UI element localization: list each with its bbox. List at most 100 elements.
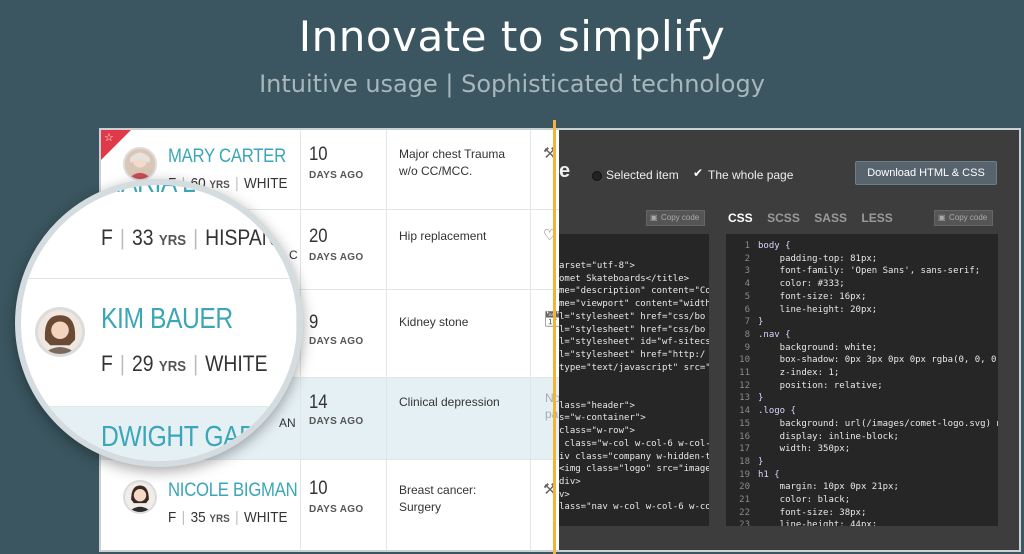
tab-less[interactable]: LESS — [861, 211, 892, 225]
copy-code-button[interactable]: ▣ Copy code — [646, 210, 706, 226]
table-row[interactable]: MARIA LOPEZ F | 33 YRS | HISPANIC — [21, 185, 297, 279]
code-line: 8 .nav { — [726, 329, 998, 342]
days-count: 10 — [309, 144, 328, 165]
magnifier-lens: MARIA LOPEZ F | 33 YRS | HISPANIC KIM BAUER … — [15, 179, 303, 467]
days-count: 9 — [309, 312, 319, 333]
line-number: 8 — [744, 329, 750, 340]
line-number: 16 — [739, 431, 750, 442]
line-number: 22 — [739, 507, 750, 518]
table-row[interactable]: DWIGHT GABEL 42 — [21, 407, 297, 461]
code-text: box-shadow: 0px 3px 0px 0px rgba(0, 0, 0… — [758, 355, 998, 366]
days-cell: 9 DAYS AGO — [301, 290, 387, 377]
line-number: 11 — [739, 368, 750, 379]
days-cell: 20 DAYS AGO — [301, 210, 387, 289]
line-number: 21 — [739, 495, 750, 506]
code-line: l="stylesheet" href="css/bo — [559, 324, 706, 335]
code-line: div> — [559, 476, 581, 487]
diagnosis-cell: Hip replacement — [387, 210, 531, 289]
table-row[interactable]: NICOLE BIGMAN F | 35 YRS | WHITE 10 DAYS AGO… — [101, 460, 559, 550]
code-line: 19 h1 { — [726, 469, 998, 482]
checkmark-icon[interactable]: ✔ — [693, 166, 703, 180]
code-line: type="text/javascript" src=" — [559, 362, 709, 373]
line-number: 9 — [744, 342, 750, 353]
patient-name[interactable]: DWIGHT GABEL — [101, 421, 285, 454]
option-label[interactable]: Selected item — [606, 168, 679, 182]
download-button[interactable]: Download HTML & CSS — [855, 161, 997, 185]
code-line: lass="nav w-col w-col-6 w-col — [559, 502, 709, 513]
age-unit: YRS — [158, 358, 187, 375]
days-label: DAYS AGO — [309, 504, 364, 515]
days-label: DAYS AGO — [309, 336, 364, 347]
code-text: background: white; — [758, 342, 878, 353]
code-text: font-size: 38px; — [758, 507, 867, 518]
code-line: omet Skateboards</title> — [559, 273, 690, 284]
line-number: 10 — [739, 355, 750, 366]
panel-title: e — [559, 160, 571, 182]
line-number: 3 — [744, 266, 750, 277]
patient-race: HISPANIC — [205, 225, 296, 250]
hero-title: Innovate to simplify — [298, 12, 726, 61]
code-line: me="viewport" content="width — [559, 299, 709, 310]
code-text: body { — [758, 241, 791, 251]
copy-code-button[interactable]: ▣ Copy code — [934, 210, 994, 226]
copy-icon: ▣ — [938, 213, 946, 222]
code-line: 13} — [726, 392, 998, 405]
age-unit: YRS — [158, 232, 187, 249]
line-number: 17 — [739, 444, 750, 455]
days-cell: 10 DAYS AGO — [301, 130, 387, 209]
patient-race: WHITE — [244, 509, 288, 526]
line-number: 13 — [739, 393, 750, 404]
css-code-view[interactable]: 1 body { 2 padding-top: 81px; 3 font-family… — [726, 234, 998, 526]
code-text: } — [758, 456, 764, 467]
days-cell: 14 DAYS AGO — [301, 378, 387, 459]
code-line: 23 line-height: 44px; — [726, 519, 998, 526]
patient-name[interactable]: NICOLE BIGMAN — [168, 480, 298, 502]
code-text: } — [758, 317, 764, 328]
code-line: 3 font-family: 'Open Sans', sans-serif; — [726, 265, 998, 278]
patient-race: WHITE — [205, 351, 268, 376]
tab-sass[interactable]: SASS — [814, 211, 847, 225]
diagnosis-cell: Major chest Trauma w/o CC/MCC. — [387, 130, 531, 209]
diagnosis-text: Major chest Trauma w/o CC/MCC. — [399, 147, 506, 178]
option-label[interactable]: The whole page — [708, 168, 793, 182]
line-number: 12 — [739, 380, 750, 391]
table-row[interactable]: KIM BAUER F | 29 YRS | WHITE — [21, 279, 297, 407]
patient-name[interactable]: MARY CARTER — [168, 146, 286, 168]
code-line: 9 background: white; — [726, 342, 998, 355]
diagnosis-text: Kidney stone — [399, 315, 469, 329]
code-line: 20 margin: 10px 0px 21px; — [726, 481, 998, 494]
patient-age: 33 — [131, 225, 154, 250]
line-number: 4 — [744, 279, 750, 290]
html-code-view[interactable]: arset="utf-8"> omet Skateboards</title> me… — [559, 234, 709, 526]
tab-css[interactable]: CSS — [728, 211, 753, 225]
radio-selected-item[interactable] — [592, 171, 602, 181]
avatar — [35, 185, 85, 213]
code-text: line-height: 20px; — [758, 304, 878, 315]
code-text: .nav { — [758, 329, 791, 340]
note-fragment: No — [545, 391, 559, 405]
days-count: 20 — [309, 226, 328, 247]
code-line: 18} — [726, 456, 998, 469]
diagnosis-cell: Clinical depression — [387, 378, 531, 459]
code-line: class="w-row"> — [559, 426, 635, 437]
tab-scss[interactable]: SCSS — [767, 211, 800, 225]
line-number: 1 — [744, 241, 750, 251]
days-count: 14 — [309, 392, 328, 413]
comparison-divider[interactable] — [553, 120, 556, 554]
code-line: 2 padding-top: 81px; — [726, 253, 998, 266]
avatar — [123, 480, 157, 514]
avatar — [35, 429, 85, 461]
code-text: color: black; — [758, 495, 851, 506]
line-number: 2 — [744, 253, 750, 264]
code-text: line-height: 44px; — [758, 520, 878, 526]
code-line: l="stylesheet" id="wf-sitecs — [559, 337, 709, 348]
age-unit: YRS — [209, 513, 230, 525]
patient-info: F | 35 YRS | WHITE — [168, 509, 288, 526]
code-line: v> — [559, 489, 570, 500]
code-line: arset="utf-8"> — [559, 261, 635, 271]
patient-name[interactable]: KIM BAUER — [101, 303, 233, 336]
patient-info: F | 29 YRS | WHITE — [101, 351, 268, 376]
code-text: font-family: 'Open Sans', sans-serif; — [758, 266, 981, 277]
code-text: margin: 10px 0px 21px; — [758, 482, 899, 493]
